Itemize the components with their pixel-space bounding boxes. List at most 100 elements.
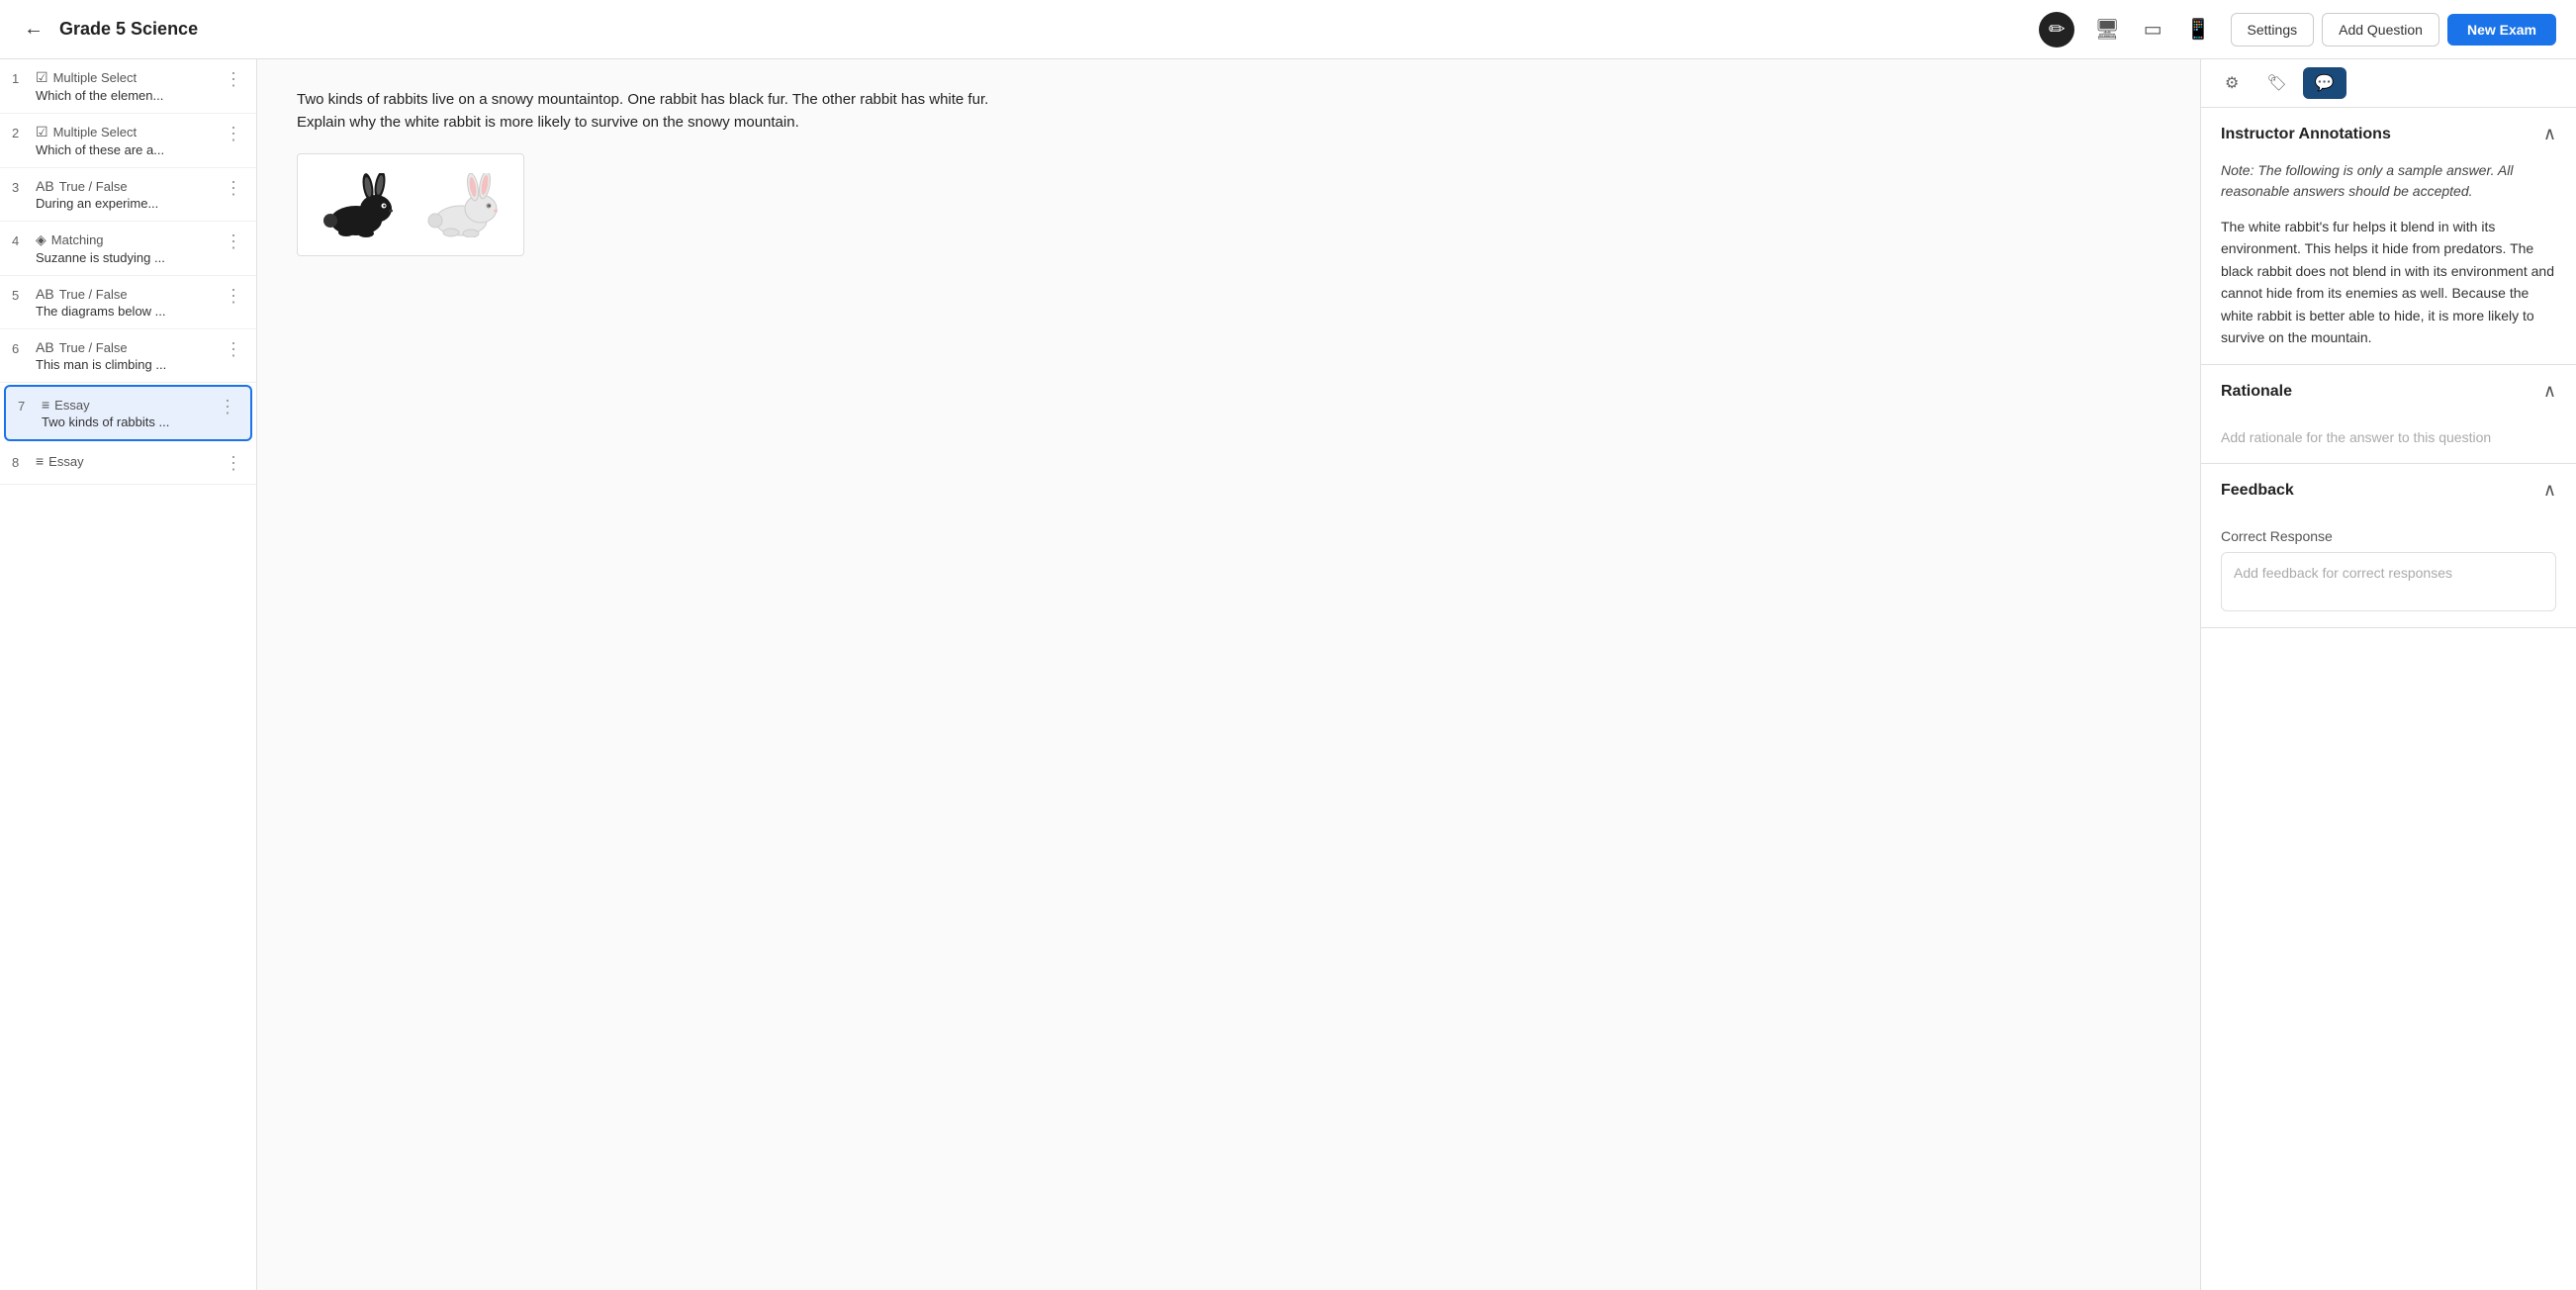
sidebar-content-6: AB True / False This man is climbing ... — [36, 339, 215, 372]
sidebar-item-5[interactable]: 5 AB True / False The diagrams below ... ⋮ — [0, 276, 256, 329]
sidebar-item-6[interactable]: 6 AB True / False This man is climbing ... ⋮ — [0, 329, 256, 383]
type-icon-8: ≡ — [36, 453, 44, 469]
type-icon-5: AB — [36, 286, 54, 302]
sidebar-menu-4[interactable]: ⋮ — [223, 231, 244, 252]
sidebar-preview-3: During an experime... — [36, 196, 215, 211]
monitor-icon-button[interactable]: 🖥 — [2090, 13, 2123, 46]
type-label-5: True / False — [59, 287, 128, 302]
correct-response-placeholder: Add feedback for correct responses — [2234, 565, 2452, 581]
sidebar-content-1: ☑ Multiple Select Which of the elemen... — [36, 69, 215, 103]
type-icon-2: ☑ — [36, 124, 48, 140]
new-exam-button[interactable]: New Exam — [2447, 14, 2556, 46]
annotations-toggle-icon: ∧ — [2543, 124, 2556, 144]
annotation-note: Note: The following is only a sample ans… — [2221, 160, 2556, 202]
sidebar-num-3: 3 — [12, 180, 28, 195]
sidebar-num-5: 5 — [12, 288, 28, 303]
page-title: Grade 5 Science — [59, 19, 198, 40]
sidebar-num-6: 6 — [12, 341, 28, 356]
sidebar-content-8: ≡ Essay — [36, 453, 215, 471]
sidebar-type-4: ◈Matching — [36, 231, 215, 248]
rationale-placeholder[interactable]: Add rationale for the answer to this que… — [2221, 429, 2491, 445]
add-question-button[interactable]: Add Question — [2322, 13, 2439, 46]
sidebar-preview-6: This man is climbing ... — [36, 357, 215, 372]
type-icon-1: ☑ — [36, 69, 48, 86]
sidebar-num-7: 7 — [18, 399, 34, 414]
rationale-header[interactable]: Rationale ∧ — [2201, 365, 2576, 417]
header-left: ← Grade 5 Science — [20, 14, 2039, 45]
type-icon-3: AB — [36, 178, 54, 194]
settings-button[interactable]: Settings — [2231, 13, 2315, 46]
sidebar-menu-7[interactable]: ⋮ — [217, 397, 238, 417]
chat-tab[interactable]: 💬 — [2303, 67, 2346, 99]
instructor-annotations-section: Instructor Annotations ∧ Note: The follo… — [2201, 108, 2576, 365]
feedback-header[interactable]: Feedback ∧ — [2201, 464, 2576, 516]
sidebar-type-6: AB True / False — [36, 339, 215, 355]
header-actions: Settings Add Question New Exam — [2231, 13, 2556, 46]
feedback-body: Correct Response Add feedback for correc… — [2201, 528, 2576, 627]
question-text: Two kinds of rabbits live on a snowy mou… — [297, 89, 989, 134]
sidebar-content-5: AB True / False The diagrams below ... — [36, 286, 215, 319]
black-rabbit-image — [314, 170, 403, 239]
sidebar-type-3: AB True / False — [36, 178, 215, 194]
view-toggle-icons: ✏ 🖥 ▭ 📱 — [2039, 12, 2214, 47]
rationale-body: Add rationale for the answer to this que… — [2201, 417, 2576, 463]
type-label-6: True / False — [59, 340, 128, 355]
phone-icon-button[interactable]: 📱 — [2182, 13, 2215, 46]
pencil-icon-button[interactable]: ✏ — [2039, 12, 2074, 47]
type-label-8: Essay — [48, 454, 83, 469]
type-label-2: Multiple Select — [53, 125, 138, 139]
sidebar-num-1: 1 — [12, 71, 28, 86]
sidebar-preview-5: The diagrams below ... — [36, 304, 215, 319]
rationale-section: Rationale ∧ Add rationale for the answer… — [2201, 365, 2576, 464]
white-rabbit-image — [418, 170, 507, 239]
tablet-icon-button[interactable]: ▭ — [2140, 13, 2166, 46]
sidebar-preview-4: Suzanne is studying ... — [36, 250, 215, 265]
correct-response-input[interactable]: Add feedback for correct responses — [2221, 552, 2556, 611]
type-label-1: Multiple Select — [53, 70, 138, 85]
tag-tab[interactable]: 🏷 — [2254, 67, 2298, 99]
type-icon-4: ◈ — [36, 231, 46, 248]
instructor-annotations-header[interactable]: Instructor Annotations ∧ — [2201, 108, 2576, 160]
sidebar-menu-3[interactable]: ⋮ — [223, 178, 244, 199]
rationale-title: Rationale — [2221, 383, 2292, 401]
type-label-3: True / False — [59, 179, 128, 194]
sidebar-preview-7: Two kinds of rabbits ... — [42, 415, 209, 429]
sidebar-preview-1: Which of the elemen... — [36, 88, 215, 103]
back-button[interactable]: ← — [20, 14, 47, 45]
sidebar-type-7: ≡ Essay — [42, 397, 209, 413]
correct-response-label: Correct Response — [2221, 528, 2556, 544]
feedback-title: Feedback — [2221, 482, 2294, 500]
question-content: Two kinds of rabbits live on a snowy mou… — [257, 59, 2200, 1290]
settings-tab[interactable]: ⚙ — [2213, 67, 2251, 99]
sidebar-item-7[interactable]: 7 ≡ Essay Two kinds of rabbits ... ⋮ — [4, 385, 252, 441]
sidebar-type-5: AB True / False — [36, 286, 215, 302]
sidebar-num-4: 4 — [12, 233, 28, 248]
sidebar-menu-5[interactable]: ⋮ — [223, 286, 244, 307]
annotation-text: The white rabbit's fur helps it blend in… — [2221, 216, 2556, 348]
right-panel: ⚙ 🏷 💬 Instructor Annotations ∧ Note: The… — [2200, 59, 2576, 1290]
sidebar-item-4[interactable]: 4 ◈Matching Suzanne is studying ... ⋮ — [0, 222, 256, 276]
type-label-7: Essay — [54, 398, 89, 413]
sidebar-menu-6[interactable]: ⋮ — [223, 339, 244, 360]
annotations-body: Note: The following is only a sample ans… — [2201, 160, 2576, 364]
feedback-section: Feedback ∧ Correct Response Add feedback… — [2201, 464, 2576, 628]
sidebar-menu-2[interactable]: ⋮ — [223, 124, 244, 144]
sidebar-item-1[interactable]: 1 ☑ Multiple Select Which of the elemen... ⋮ — [0, 59, 256, 114]
sidebar-num-2: 2 — [12, 126, 28, 140]
sidebar-item-8[interactable]: 8 ≡ Essay ⋮ — [0, 443, 256, 485]
sidebar-num-8: 8 — [12, 455, 28, 470]
type-icon-7: ≡ — [42, 397, 49, 413]
sidebar-type-1: ☑ Multiple Select — [36, 69, 215, 86]
main-layout: 1 ☑ Multiple Select Which of the elemen... ⋮… — [0, 59, 2576, 1290]
header: ← Grade 5 Science ✏ 🖥 ▭ 📱 Settings Add Q… — [0, 0, 2576, 59]
sidebar-menu-8[interactable]: ⋮ — [223, 453, 244, 474]
sidebar-content-2: ☑Multiple SelectWhich of these are a... — [36, 124, 215, 157]
sidebar-menu-1[interactable]: ⋮ — [223, 69, 244, 90]
sidebar-item-2[interactable]: 2☑Multiple SelectWhich of these are a...… — [0, 114, 256, 168]
type-icon-6: AB — [36, 339, 54, 355]
sidebar-type-8: ≡ Essay — [36, 453, 215, 469]
panel-tabs: ⚙ 🏷 💬 — [2201, 59, 2576, 108]
rabbit-images-container — [297, 153, 524, 256]
sidebar-type-2: ☑ Multiple Select — [36, 124, 215, 140]
sidebar-item-3[interactable]: 3 AB True / False During an experime... ⋮ — [0, 168, 256, 222]
